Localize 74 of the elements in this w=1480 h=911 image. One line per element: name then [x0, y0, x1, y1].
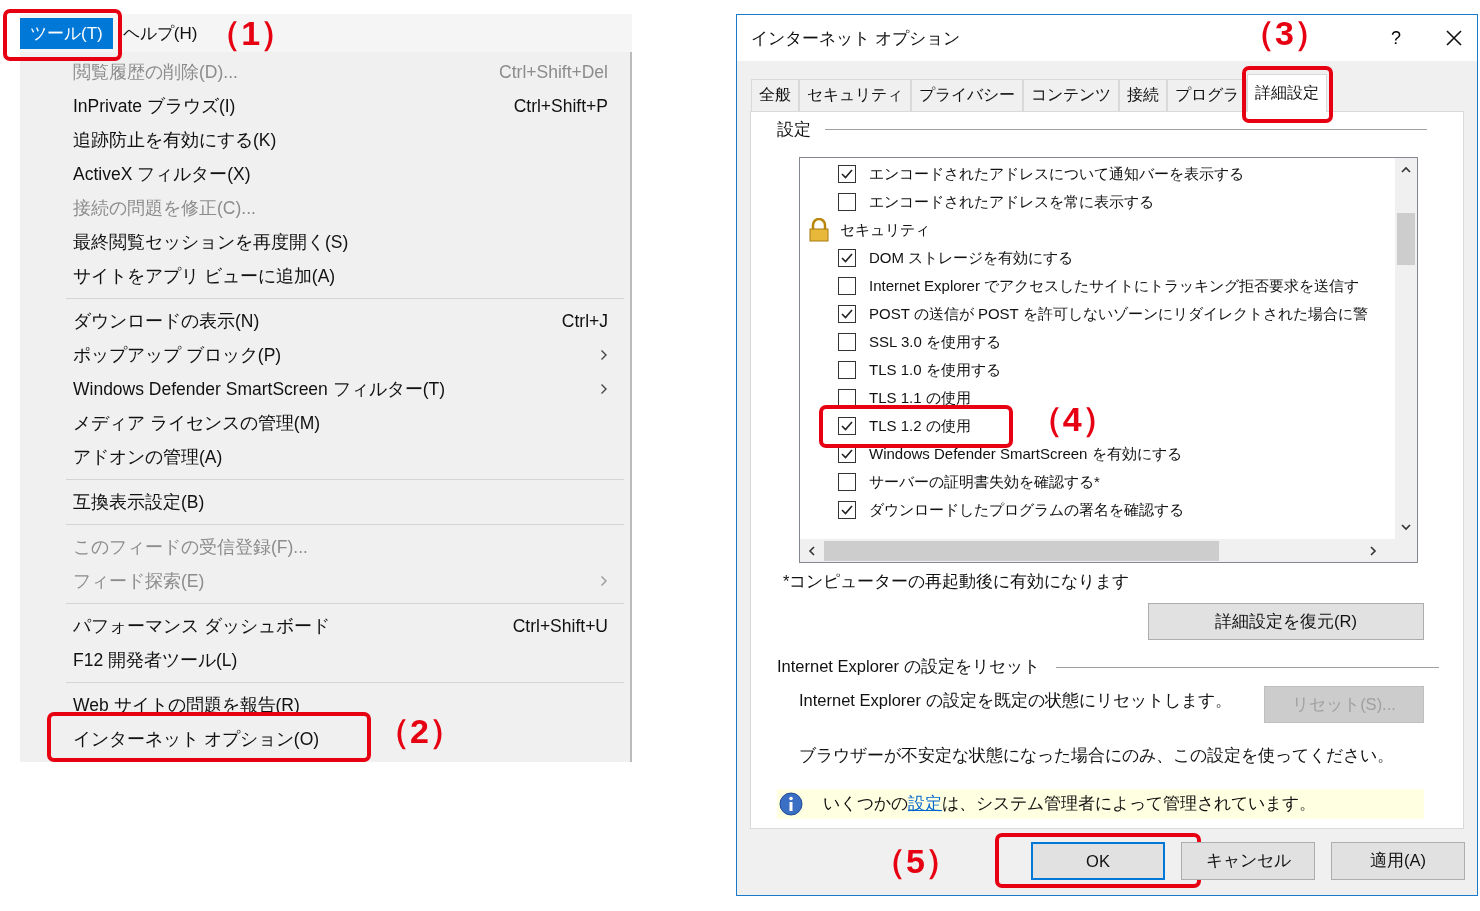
menu-item[interactable]: メディア ライセンスの管理(M) — [20, 406, 630, 440]
step-label: （3） — [1241, 16, 1328, 50]
checkbox-label: TLS 1.0 を使用する — [869, 360, 1001, 378]
vertical-scrollbar[interactable] — [1395, 158, 1417, 539]
info-message: いくつかの設定は、システム管理者によって管理されています。 — [823, 793, 1316, 814]
step-label: （1） — [207, 16, 295, 50]
checkbox[interactable] — [838, 473, 856, 491]
menu-item[interactable]: ポップアップ ブロック(P) — [20, 338, 630, 372]
checkbox[interactable] — [838, 417, 856, 435]
menu-item[interactable]: Windows Defender SmartScreen フィルター(T) — [20, 372, 630, 406]
checkbox-label: Windows Defender SmartScreen を有効にする — [869, 444, 1182, 462]
restore-button[interactable]: 詳細設定を復元(R) — [1148, 603, 1424, 640]
menu-item[interactable]: 最終閲覧セッションを再度開く(S) — [20, 225, 630, 259]
checkbox[interactable] — [838, 193, 856, 211]
checkbox-label: SSL 3.0 を使用する — [869, 332, 1001, 350]
category-label: セキュリティ — [840, 220, 930, 240]
tab[interactable]: 接続 — [1119, 79, 1167, 111]
chevron-right-icon[interactable] — [1367, 544, 1379, 557]
chevron-down-icon[interactable] — [1400, 521, 1412, 533]
menu-item[interactable]: InPrivate ブラウズ(I) Ctrl+Shift+P — [20, 89, 630, 123]
menu-item[interactable]: パフォーマンス ダッシュボード Ctrl+Shift+U — [20, 609, 630, 643]
checkbox[interactable] — [838, 333, 856, 351]
group-heading: 設定 — [777, 119, 811, 141]
settings-link[interactable]: 設定 — [908, 794, 942, 812]
horizontal-scrollbar[interactable] — [800, 539, 1417, 562]
checkbox[interactable] — [838, 501, 856, 519]
dialog-button[interactable]: 適用(A) — [1331, 842, 1465, 880]
tab[interactable]: プライバシー — [911, 79, 1023, 111]
checkbox-label: DOM ストレージを有効にする — [869, 248, 1074, 266]
tab[interactable]: コンテンツ — [1023, 79, 1119, 111]
help-button[interactable]: ? — [1387, 27, 1405, 49]
checkbox-label: エンコードされたアドレスについて通知バーを表示する — [869, 164, 1244, 182]
checkbox-label: TLS 1.1 の使用 — [869, 388, 971, 406]
restart-note: *コンピューターの再起動後に有効になります — [783, 571, 1131, 592]
checkbox[interactable] — [838, 249, 856, 267]
step-label: （5） — [872, 844, 959, 878]
group-heading: Internet Explorer の設定をリセット — [777, 656, 1040, 677]
dialog-button[interactable]: キャンセル — [1181, 842, 1315, 880]
padlock-icon — [808, 218, 830, 242]
checkbox-label: TLS 1.2 の使用 — [869, 416, 971, 434]
checkbox-label: POST の送信が POST を許可しないゾーンにリダイレクトされた場合に警 — [869, 304, 1368, 322]
close-icon[interactable] — [1445, 29, 1463, 47]
menu-bar-item[interactable]: ツール(T) — [20, 17, 113, 49]
checkbox-label: ダウンロードしたプログラムの署名を確認する — [869, 500, 1184, 518]
info-icon — [779, 792, 803, 816]
tab[interactable]: 全般 — [751, 79, 799, 111]
checkbox[interactable] — [838, 277, 856, 295]
menu-item[interactable]: ダウンロードの表示(N) Ctrl+J — [20, 304, 630, 338]
tab[interactable]: セキュリティ — [799, 79, 911, 111]
checkbox[interactable] — [838, 361, 856, 379]
menu-item[interactable]: 追跡防止を有効にする(K) — [20, 123, 630, 157]
scrollbar-thumb[interactable] — [1397, 212, 1415, 265]
tab[interactable]: 詳細設定 — [1247, 74, 1327, 112]
checkbox-label: Internet Explorer でアクセスしたサイトにトラッキング拒否要求を送信す — [869, 276, 1360, 294]
checkbox-label: サーバーの証明書失効を確認する* — [869, 472, 1100, 490]
reset-warning: ブラウザーが不安定な状態になった場合にのみ、この設定を使ってください。 — [799, 745, 1395, 766]
checkbox-label: エンコードされたアドレスを常に表示する — [869, 192, 1154, 210]
checkbox[interactable] — [838, 305, 856, 323]
menu-item[interactable]: F12 開発者ツール(L) — [20, 643, 630, 677]
dialog-button[interactable]: OK — [1031, 842, 1165, 880]
chevron-left-icon[interactable] — [806, 544, 818, 557]
window-title: インターネット オプション — [751, 27, 960, 50]
menu-item[interactable]: サイトをアプリ ビューに追加(A) — [20, 259, 630, 293]
step-label: （4） — [1028, 401, 1116, 436]
step-label: （2） — [376, 714, 463, 748]
checkbox[interactable] — [838, 165, 856, 183]
menu-bar-item[interactable]: ヘルプ(H) — [116, 17, 204, 49]
menu-item[interactable]: ActiveX フィルター(X) — [20, 157, 630, 191]
menu-item[interactable]: インターネット オプション(O) — [20, 722, 342, 756]
reset-description: Internet Explorer の設定を既定の状態にリセットします。 — [799, 690, 1232, 711]
scrollbar-thumb[interactable] — [824, 540, 1219, 561]
tab[interactable]: プログラ — [1167, 79, 1247, 111]
menu-item[interactable]: 互換表示設定(B) — [20, 485, 630, 519]
menu-item[interactable]: アドオンの管理(A) — [20, 440, 630, 474]
